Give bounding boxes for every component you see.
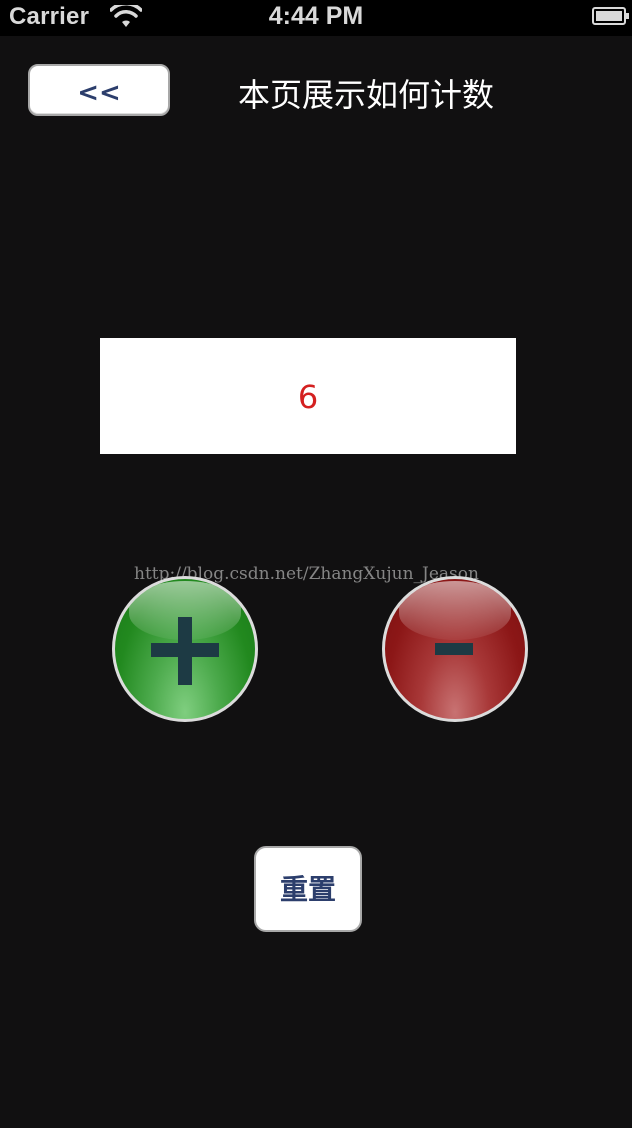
reset-button[interactable]: 重置 [254,846,362,932]
decrement-button[interactable] [382,576,528,722]
counter-display: 6 [100,338,516,454]
battery-icon [592,7,629,25]
back-button[interactable]: << [28,64,170,116]
status-bar: Carrier 4:44 PM [0,0,632,36]
minus-icon [435,643,473,655]
plus-icon [151,617,219,685]
page-title: 本页展示如何计数 [238,76,495,114]
increment-button[interactable] [112,576,258,722]
status-time: 4:44 PM [268,2,364,30]
